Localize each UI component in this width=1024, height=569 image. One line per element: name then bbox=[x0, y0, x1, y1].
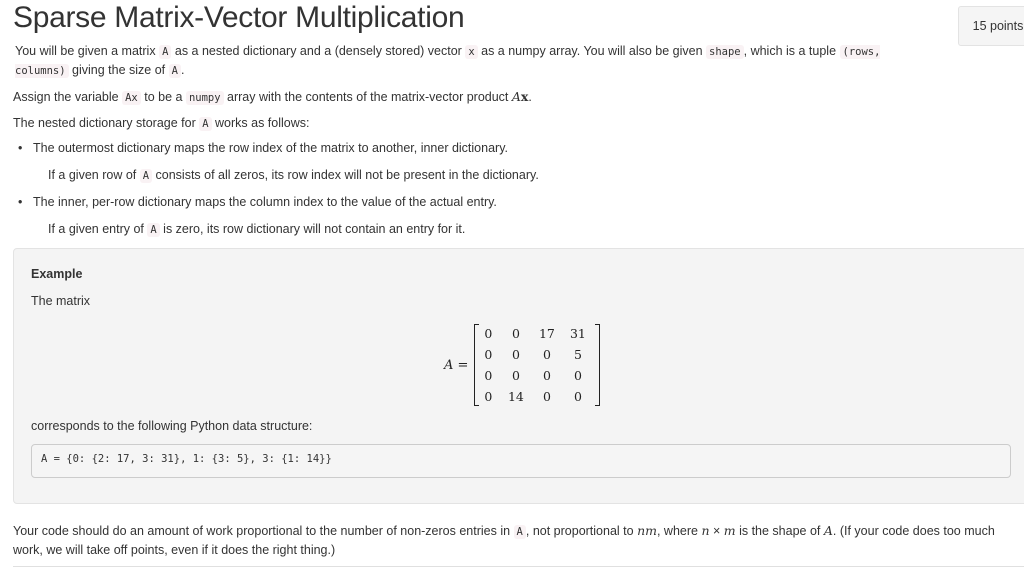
example-title: Example bbox=[31, 267, 83, 281]
matrix-row: 0 0 0 0 bbox=[481, 365, 593, 386]
math-var: A bbox=[823, 523, 833, 538]
matrix-row: 0 14 0 0 bbox=[481, 386, 593, 407]
matrix-cell: 0 bbox=[511, 347, 520, 362]
matrix-cell: 31 bbox=[569, 326, 586, 341]
code-inline: numpy bbox=[185, 91, 224, 105]
intro-paragraph: You will be given a matrix A as a nested… bbox=[15, 44, 881, 78]
matrix-cell: 14 bbox=[507, 389, 524, 404]
list-item-note: If a given entry of A is zero, its row d… bbox=[48, 222, 466, 237]
code-block: A = {0: {2: 17, 3: 31}, 1: {3: 5}, 3: {1… bbox=[31, 444, 1011, 478]
matrix-cell: 0 bbox=[573, 389, 582, 404]
list-item: The inner, per-row dictionary maps the c… bbox=[18, 195, 497, 209]
code-inline: A bbox=[147, 223, 160, 237]
page-title: Sparse Matrix-Vector Multiplication bbox=[13, 1, 465, 34]
matrix-cell: 0 bbox=[573, 368, 582, 383]
matrix-cell: 0 bbox=[542, 368, 551, 383]
points-badge: 15 points bbox=[958, 6, 1024, 46]
code-inline: A bbox=[139, 169, 153, 183]
list-item: The outermost dictionary maps the row in… bbox=[18, 141, 508, 155]
matrix-equation: A = 0 0 17 31 0 0 0 5 0 0 0 0 0 14 0 0 bbox=[444, 321, 601, 409]
code-inline: A bbox=[168, 64, 181, 78]
matrix-lhs: A = bbox=[444, 357, 469, 373]
code-inline: A bbox=[159, 45, 172, 59]
matrix-cell: 0 bbox=[542, 389, 551, 404]
left-bracket bbox=[474, 324, 480, 406]
corresponds-text: corresponds to the following Python data… bbox=[31, 419, 313, 433]
code-inline: A bbox=[199, 117, 212, 131]
code-inline: A bbox=[513, 525, 526, 539]
storage-paragraph: The nested dictionary storage for A work… bbox=[13, 116, 310, 131]
matrix-row: 0 0 0 5 bbox=[481, 344, 593, 365]
math-var: n bbox=[701, 523, 710, 538]
code-inline: shape bbox=[706, 45, 744, 59]
matrix-row: 0 0 17 31 bbox=[481, 323, 593, 344]
math-var: A bbox=[511, 89, 521, 104]
matrix-cell: 0 bbox=[484, 368, 493, 383]
divider bbox=[13, 566, 1024, 567]
matrix-cell: 0 bbox=[542, 347, 551, 362]
matrix-cell: 0 bbox=[484, 389, 493, 404]
assign-paragraph: Assign the variable Ax to be a numpy arr… bbox=[13, 89, 532, 105]
math-var: m bbox=[723, 523, 736, 538]
matrix-cell: 0 bbox=[484, 347, 493, 362]
example-matrix-label: The matrix bbox=[31, 294, 91, 308]
matrix-table: 0 0 17 31 0 0 0 5 0 0 0 0 0 14 0 0 bbox=[481, 323, 593, 407]
matrix-cell: 0 bbox=[511, 326, 520, 341]
matrix-cell: 0 bbox=[484, 326, 493, 341]
code-inline: Ax bbox=[122, 91, 141, 105]
math-var: nm bbox=[637, 523, 657, 538]
work-requirement-paragraph: Your code should do an amount of work pr… bbox=[13, 523, 995, 557]
right-bracket bbox=[595, 324, 601, 406]
matrix-cell: 17 bbox=[538, 326, 555, 341]
list-item-note: If a given row of A consists of all zero… bbox=[48, 168, 539, 183]
matrix-cell: 0 bbox=[511, 368, 520, 383]
matrix-cell: 5 bbox=[573, 347, 582, 362]
code-inline: x bbox=[465, 45, 478, 59]
example-well: Example The matrix A = 0 0 17 31 0 0 0 5 bbox=[13, 248, 1024, 504]
